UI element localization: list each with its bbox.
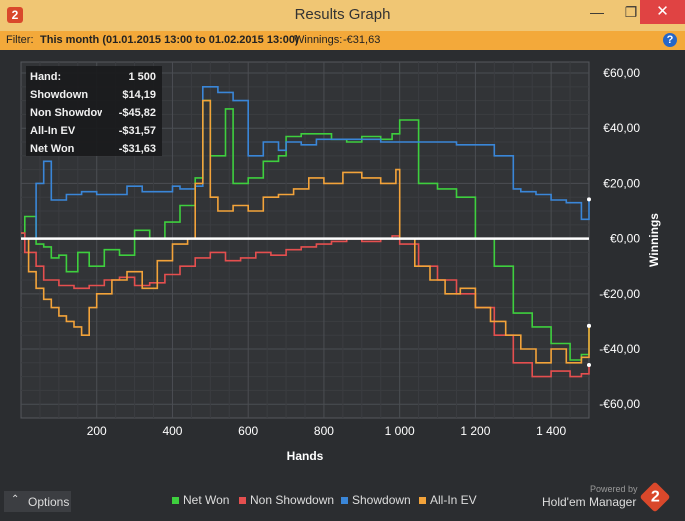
x-tick-label: 1 000: [385, 424, 415, 438]
y-tick-label: €60,00: [603, 66, 640, 80]
stat-row-non-showdown: Non Showdown -$45,82: [30, 104, 158, 122]
series-end-marker: [587, 197, 591, 202]
stat-row-hand: Hand: 1 500: [30, 68, 158, 86]
minimize-button[interactable]: —: [580, 0, 614, 24]
brand-name: Hold'em Manager: [542, 495, 637, 509]
brand-logo-text: 2: [650, 488, 660, 505]
legend-label: Net Won: [183, 493, 230, 507]
stat-value: -$31,57: [118, 125, 156, 137]
legend-swatch: [172, 497, 179, 504]
x-tick-labels: 200 400 600 800 1 000 1 200 1 400: [87, 424, 567, 438]
y-tick-label: €0,00: [610, 232, 640, 246]
winnings-label: Winnings:: [294, 34, 343, 46]
stat-label: Showdown: [30, 89, 89, 101]
winnings-value: -€31,63: [343, 34, 381, 46]
stat-value: $14,19: [122, 89, 156, 101]
stats-overlay: Hand: 1 500 Showdown $14,19 Non Showdown…: [26, 66, 162, 156]
options-button[interactable]: ⌃ Options: [4, 491, 71, 512]
options-label: Options: [28, 495, 70, 509]
legend-swatch: [239, 497, 246, 504]
legend-item-showdown[interactable]: Showdown: [341, 493, 411, 507]
help-icon[interactable]: ?: [663, 33, 677, 47]
y-tick-labels: €60,00 €40,00 €20,00 €0,00 -€20,00 -€40,00 -€6…: [599, 66, 640, 411]
y-tick-label: -€60,00: [599, 397, 640, 411]
chevron-up-icon: ⌃: [11, 494, 20, 505]
legend-item-non-showdown[interactable]: Non Showdown: [239, 493, 334, 507]
legend-item-net-won[interactable]: Net Won: [172, 493, 229, 507]
legend-label: All-In EV: [430, 493, 477, 507]
x-tick-label: 1 200: [460, 424, 490, 438]
y-axis-label: Winnings: [647, 213, 661, 267]
legend-label: Showdown: [352, 493, 411, 507]
series-end-marker: [587, 363, 591, 368]
title-bar: 2 Results Graph — ❐ ✕: [0, 0, 685, 32]
series-end-marker: [587, 323, 591, 328]
filter-range[interactable]: This month (01.01.2015 13:00 to 01.02.20…: [40, 34, 299, 46]
y-tick-label: -€20,00: [599, 287, 640, 301]
powered-by: Powered by: [590, 484, 638, 494]
y-tick-label: €40,00: [603, 121, 640, 135]
legend-swatch: [419, 497, 426, 504]
x-tick-label: 800: [314, 424, 334, 438]
x-tick-label: 400: [162, 424, 182, 438]
stat-value: 1 500: [128, 71, 156, 83]
legend-item-allin-ev[interactable]: All-In EV: [419, 493, 477, 507]
close-button[interactable]: ✕: [640, 0, 685, 24]
stat-row-allin-ev: All-In EV -$31,57: [30, 122, 158, 140]
stat-row-showdown: Showdown $14,19: [30, 86, 158, 104]
stat-label: All-In EV: [30, 125, 76, 137]
x-tick-label: 1 400: [536, 424, 566, 438]
legend-label: Non Showdown: [250, 493, 335, 507]
x-tick-label: 600: [238, 424, 258, 438]
x-tick-label: 200: [87, 424, 107, 438]
stat-value: -$45,82: [118, 107, 156, 119]
stat-label: Hand:: [30, 71, 62, 83]
filter-prefix: Filter:: [6, 34, 34, 46]
y-tick-label: €20,00: [603, 176, 640, 190]
stat-row-net-won: Net Won -$31,63: [30, 140, 158, 158]
y-tick-label: -€40,00: [599, 342, 640, 356]
legend-swatch: [341, 497, 348, 504]
stat-label: Non Showdown: [30, 107, 102, 119]
stat-label: Net Won: [30, 143, 75, 155]
stat-value: -$31,63: [118, 143, 156, 155]
x-axis-label: Hands: [287, 449, 324, 463]
filter-bar: Filter: This month (01.01.2015 13:00 to …: [0, 31, 685, 50]
